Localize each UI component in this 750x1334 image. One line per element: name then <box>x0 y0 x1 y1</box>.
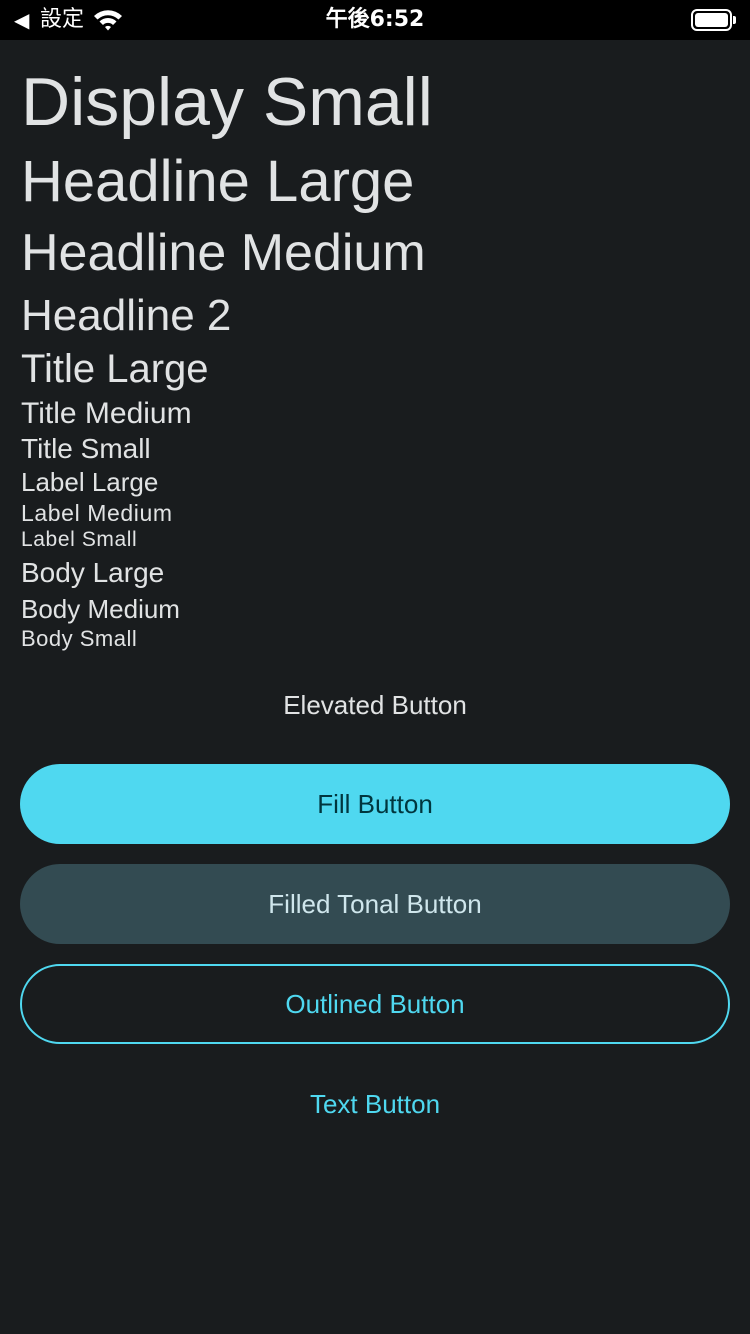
title-large-text: Title Large <box>21 347 209 391</box>
headline-medium-text: Headline Medium <box>21 224 426 282</box>
display-small-text: Display Small <box>21 64 433 140</box>
headline-2-text: Headline 2 <box>21 291 232 340</box>
label-large-text: Label Large <box>21 467 159 497</box>
label-medium-text: Label Medium <box>21 500 173 526</box>
status-time: 午後6:52 <box>325 7 425 32</box>
elevated-button[interactable]: Elevated Button <box>20 665 730 745</box>
filled-tonal-button[interactable]: Filled Tonal Button <box>20 864 730 944</box>
label-small-text: Label Small <box>21 528 138 551</box>
body-medium-text: Body Medium <box>21 594 180 624</box>
headline-large-text: Headline Large <box>21 149 415 214</box>
title-small-text: Title Small <box>21 433 151 464</box>
title-medium-text: Title Medium <box>21 397 192 430</box>
text-button[interactable]: Text Button <box>20 1064 730 1144</box>
body-small-text: Body Small <box>21 626 138 651</box>
outlined-button[interactable]: Outlined Button <box>20 964 730 1044</box>
status-bar: ◀ 設定 午後6:52 <box>0 0 750 40</box>
body-large-text: Body Large <box>21 557 165 588</box>
fill-button[interactable]: Fill Button <box>20 764 730 844</box>
battery-icon <box>691 9 736 31</box>
